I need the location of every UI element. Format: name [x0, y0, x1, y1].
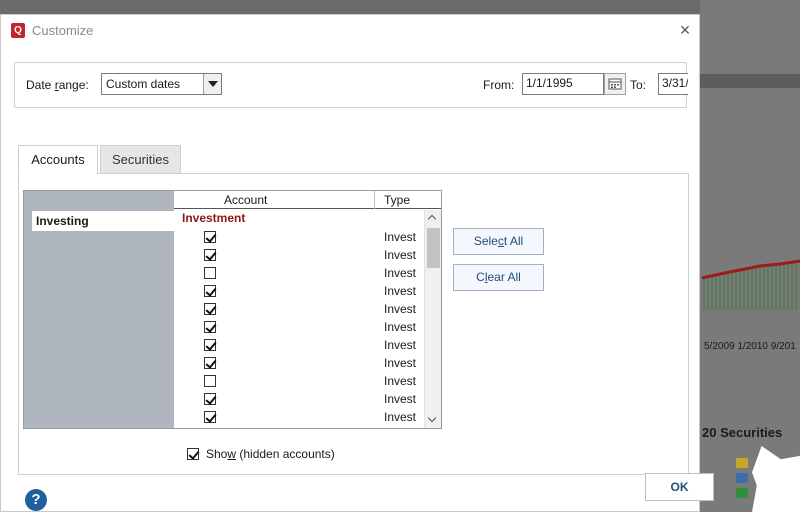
show-hidden-checkbox[interactable]	[187, 448, 199, 460]
account-row[interactable]: Invest	[174, 408, 422, 426]
account-checkbox[interactable]	[204, 357, 216, 369]
show-hidden-label: Show (hidden accounts)	[206, 447, 335, 461]
background-header-band	[700, 74, 800, 88]
chevron-down-icon[interactable]	[203, 74, 221, 94]
help-icon[interactable]: ?	[25, 489, 47, 511]
dialog-titlebar: Q Customize ×	[1, 15, 701, 47]
account-type: Invest	[384, 356, 417, 370]
category-list: Investing	[24, 191, 174, 428]
account-checkbox[interactable]	[204, 321, 216, 333]
account-name	[224, 356, 372, 370]
background-legend-swatch	[736, 473, 748, 483]
account-type: Invest	[384, 410, 417, 424]
account-list-header: Account Type	[174, 191, 441, 209]
account-row[interactable]: Invest	[174, 300, 422, 318]
clear-all-button[interactable]: Clear All	[453, 264, 544, 291]
account-row[interactable]: Invest	[174, 228, 422, 246]
from-date-input[interactable]: 1/1/1995	[522, 73, 604, 95]
account-list: Account Type Investment Invest Invest Inve…	[174, 191, 441, 428]
from-label: From:	[483, 78, 515, 92]
account-type: Invest	[384, 392, 417, 406]
column-header-account[interactable]: Account	[224, 193, 267, 207]
date-range-label: Date range:	[26, 78, 89, 92]
account-row[interactable]: Invest	[174, 318, 422, 336]
background-legend-swatch	[736, 458, 748, 468]
background-axis-labels: 5/2009 1/2010 9/201	[704, 341, 796, 352]
ok-button[interactable]: OK	[645, 473, 714, 501]
scroll-down-icon[interactable]	[425, 412, 441, 428]
background-legend-swatch	[736, 488, 748, 498]
account-checkbox[interactable]	[204, 303, 216, 315]
select-all-button[interactable]: Select All	[453, 228, 544, 255]
quicken-logo-icon: Q	[11, 23, 25, 38]
account-type: Invest	[384, 374, 417, 388]
account-row[interactable]: Invest	[174, 282, 422, 300]
date-range-select[interactable]: Custom dates	[101, 73, 222, 95]
account-name	[224, 320, 372, 334]
account-name	[224, 410, 372, 424]
tab-securities[interactable]: Securities	[100, 145, 181, 174]
background-securities-title: 20 Securities	[702, 425, 783, 440]
background-chart	[701, 259, 800, 310]
account-type: Invest	[384, 320, 417, 334]
account-type: Invest	[384, 248, 417, 262]
account-name	[224, 302, 372, 316]
account-type: Invest	[384, 284, 417, 298]
column-divider	[374, 191, 375, 209]
account-selector: Investing Account Type Investment Invest…	[23, 190, 442, 429]
dialog-title: Customize	[32, 23, 94, 38]
account-list-scrollbar[interactable]	[424, 210, 441, 428]
account-name	[224, 266, 372, 280]
account-checkbox[interactable]	[204, 411, 216, 423]
account-row[interactable]: Invest	[174, 390, 422, 408]
to-date-input[interactable]: 3/31/20	[658, 73, 688, 95]
date-range-panel: Date range: Custom dates From: 1/1/1995 …	[14, 62, 688, 108]
account-checkbox[interactable]	[204, 267, 216, 279]
account-name	[224, 392, 372, 406]
to-label: To:	[630, 78, 647, 92]
account-row[interactable]: Invest	[174, 354, 422, 372]
calendar-icon[interactable]	[604, 73, 626, 95]
account-checkbox[interactable]	[204, 285, 216, 297]
account-name	[224, 248, 372, 262]
account-group-label: Investment	[182, 211, 246, 225]
account-checkbox[interactable]	[204, 249, 216, 261]
account-checkbox[interactable]	[204, 339, 216, 351]
category-item-investing[interactable]: Investing	[32, 211, 174, 231]
scroll-up-icon[interactable]	[425, 210, 441, 226]
account-type: Invest	[384, 266, 417, 280]
column-header-type[interactable]: Type	[384, 193, 410, 207]
close-icon[interactable]: ×	[675, 21, 695, 41]
account-row[interactable]: Invest	[174, 372, 422, 390]
account-row[interactable]: Invest	[174, 246, 422, 264]
customize-dialog: Q Customize × Date range: Custom dates F…	[0, 14, 700, 512]
account-name	[224, 230, 372, 244]
date-range-value: Custom dates	[106, 77, 181, 91]
account-checkbox[interactable]	[204, 231, 216, 243]
account-checkbox[interactable]	[204, 393, 216, 405]
account-type: Invest	[384, 230, 417, 244]
background-window: 5/2009 1/2010 9/201 20 Securities	[700, 0, 800, 512]
account-type: Invest	[384, 338, 417, 352]
scroll-thumb[interactable]	[427, 228, 440, 268]
account-row[interactable]: Invest	[174, 264, 422, 282]
account-type: Invest	[384, 302, 417, 316]
account-name	[224, 374, 372, 388]
account-name	[224, 284, 372, 298]
tab-accounts[interactable]: Accounts	[18, 145, 98, 175]
account-row[interactable]: Invest	[174, 336, 422, 354]
account-name	[224, 338, 372, 352]
account-checkbox[interactable]	[204, 375, 216, 387]
